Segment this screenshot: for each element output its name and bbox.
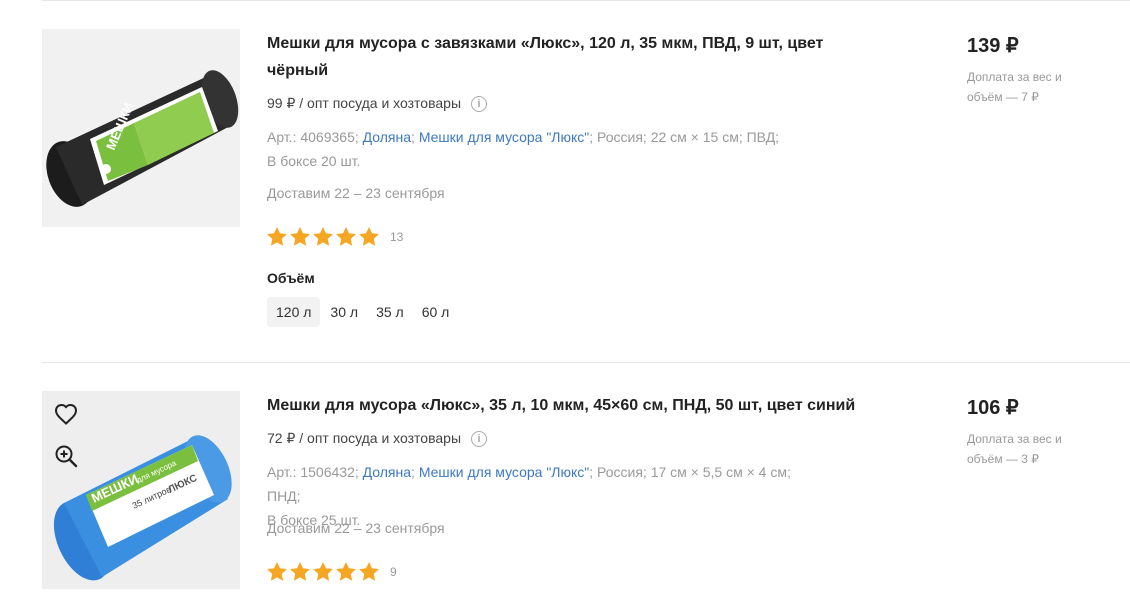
star-icon [290, 562, 310, 581]
star-icon [267, 227, 287, 246]
separator: ; [411, 129, 415, 145]
star-icon [313, 562, 333, 581]
series-link[interactable]: Мешки для мусора "Люкс" [419, 464, 589, 480]
favorite-heart-icon[interactable] [54, 403, 80, 429]
surcharge-note: Доплата за вес и объём — 3 ₽ [967, 432, 1062, 466]
star-icon [336, 227, 356, 246]
brand-link[interactable]: Доляна [363, 129, 411, 145]
review-count[interactable]: 9 [390, 565, 397, 579]
box-quantity: В боксе 20 шт. [267, 153, 361, 169]
product-price: 106 ₽ [967, 397, 1019, 419]
info-icon[interactable]: i [471, 95, 488, 112]
star-icon [313, 227, 333, 246]
review-count[interactable]: 13 [390, 230, 403, 244]
delivery-date: Доставим 22 – 23 сентября [267, 185, 445, 201]
product-image[interactable]: МЕШКИ для мусора 35 литров ЛЮКС [42, 391, 240, 589]
row-divider [42, 362, 1130, 363]
volume-option[interactable]: 60 л [413, 297, 459, 327]
separator: ; [411, 464, 415, 480]
product-specs: Арт.: 4069365; Доляна; Мешки для мусора … [267, 125, 827, 173]
delivery-date: Доставим 22 – 23 сентября [267, 520, 445, 536]
wholesale-price-text: 72 ₽ / опт посуда и хозтовары [267, 430, 462, 446]
wholesale-price-text: 99 ₽ / опт посуда и хозтовары [267, 95, 462, 111]
product-title[interactable]: Мешки для мусора «Люкс», 35 л, 10 мкм, 4… [267, 392, 867, 419]
volume-label: Объём [267, 270, 315, 286]
rating[interactable]: 13 [267, 227, 403, 246]
product-title[interactable]: Мешки для мусора с завязками «Люкс», 120… [267, 30, 867, 84]
wholesale-price: 72 ₽ / опт посуда и хозтовары i [267, 430, 488, 447]
info-icon[interactable]: i [471, 430, 488, 447]
volume-option-selected[interactable]: 120 л [267, 297, 321, 327]
star-icon [359, 227, 379, 246]
volume-option[interactable]: 30 л [321, 297, 367, 327]
star-icon [359, 562, 379, 581]
brand-link[interactable]: Доляна [363, 464, 411, 480]
surcharge-note: Доплата за вес и объём — 7 ₽ [967, 70, 1062, 104]
volume-options: 120 л 30 л 35 л 60 л [267, 297, 458, 327]
top-divider [42, 0, 1130, 1]
specs-rest: ; Россия; 22 см × 15 см; ПВД; [589, 129, 780, 145]
product-price: 139 ₽ [967, 35, 1019, 57]
product-image[interactable]: МЕШКИ [42, 29, 240, 227]
star-icon [290, 227, 310, 246]
article-number: Арт.: 1506432; [267, 464, 359, 480]
article-number: Арт.: 4069365; [267, 129, 359, 145]
zoom-icon[interactable] [54, 444, 80, 470]
star-icon [336, 562, 356, 581]
product-photo-roll-black: МЕШКИ [42, 29, 240, 227]
rating[interactable]: 9 [267, 562, 397, 581]
volume-option[interactable]: 35 л [367, 297, 413, 327]
star-icon [267, 562, 287, 581]
series-link[interactable]: Мешки для мусора "Люкс" [419, 129, 589, 145]
wholesale-price: 99 ₽ / опт посуда и хозтовары i [267, 95, 488, 112]
